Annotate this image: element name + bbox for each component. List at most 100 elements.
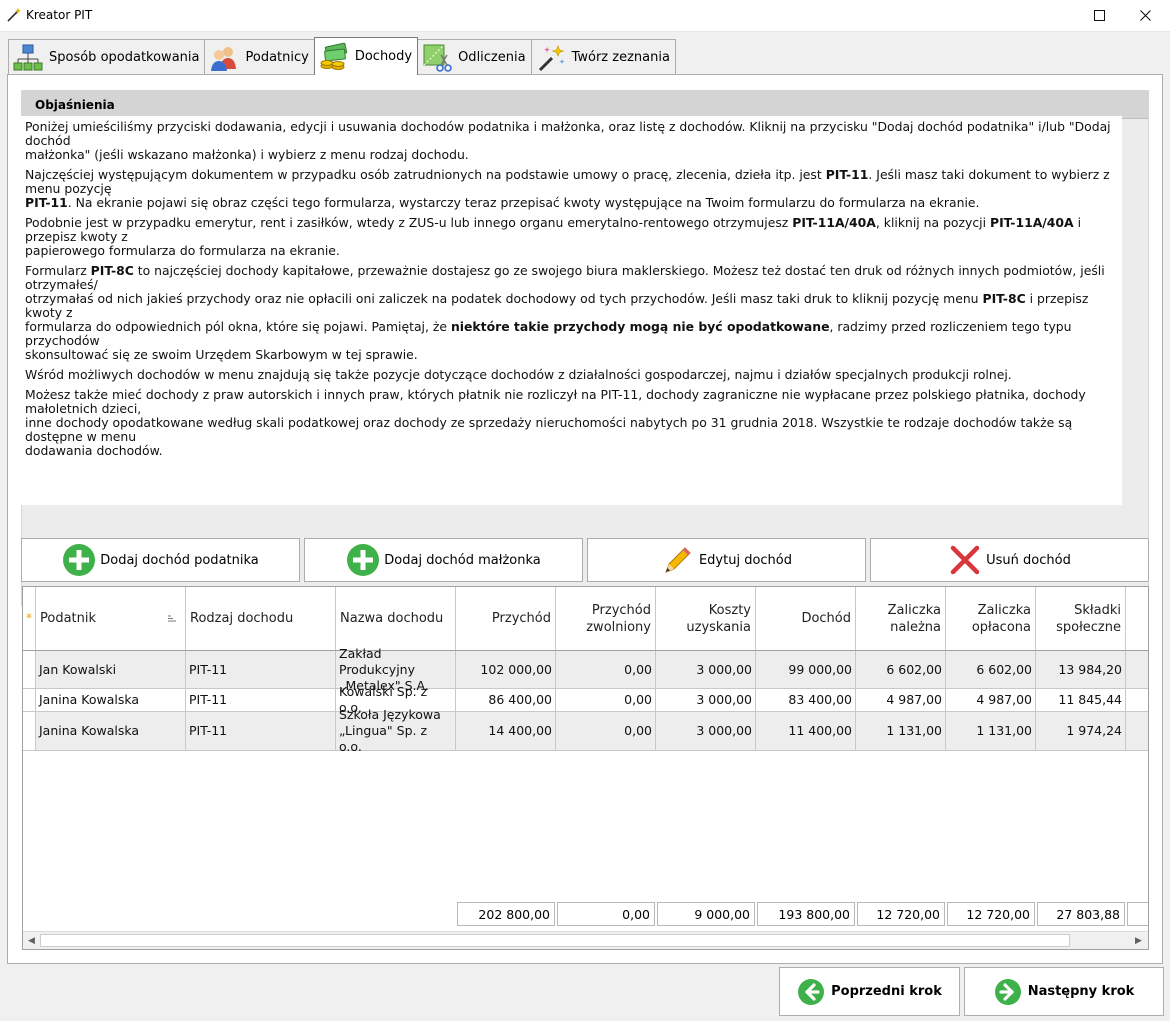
cell-przychod-zwolniony: 0,00 [556,689,656,711]
add-spouse-income-button[interactable]: Dodaj dochód małżonka [304,538,583,582]
cell-przychod-zwolniony: 0,00 [556,712,656,750]
column-header-nazwa[interactable]: Nazwa dochodu [336,587,456,650]
cell-skladki: 11 845,44 [1036,689,1126,711]
tab-label: Twórz zeznania [571,50,670,65]
cell-rodzaj: PIT-11 [186,712,336,750]
tab-tworz-zeznania[interactable]: Twórz zeznania [530,39,676,75]
tab-bar: Sposób opodatkowania Podatnicy Dochody O… [8,37,676,75]
button-label: Następny krok [1027,984,1135,999]
magic-wand-icon [538,44,565,71]
column-header-koszty[interactable]: Koszty uzyskania [656,587,756,650]
tab-sposob-opodatkowania[interactable]: Sposób opodatkowania [8,39,206,75]
explanation-paragraph: Najczęściej występującym dokumentem w pr… [25,167,1110,210]
arrow-right-icon [994,978,1021,1005]
cell-zaliczka-nalezna: 4 987,00 [856,689,946,711]
total-przychod: 202 800,00 [457,902,555,926]
table-row[interactable]: Janina Kowalska PIT-11 Szkoła Językowa „… [23,707,1148,754]
delete-icon [950,545,980,575]
cell-przychod: 86 400,00 [456,689,556,711]
previous-step-button[interactable]: Poprzedni krok [779,967,960,1016]
cell-koszty: 3 000,00 [656,712,756,750]
edit-income-button[interactable]: Edytuj dochód [587,538,866,582]
column-header-next[interactable]: z [1126,587,1148,650]
button-label: Dodaj dochód podatnika [100,552,259,568]
tab-dochody[interactable]: Dochody [313,37,419,75]
users-icon [211,46,237,71]
money-icon [320,42,347,70]
total-dochod: 193 800,00 [757,902,855,926]
total-przychod-zwolniony: 0,00 [557,902,655,926]
explanation-paragraph: Możesz także mieć dochody z praw autorsk… [25,387,1086,458]
column-header-dochod[interactable]: Dochód [756,587,856,650]
column-header-podatnik[interactable]: Podatnik [36,587,186,650]
cell-skladki: 1 974,24 [1036,712,1126,750]
tab-label: Podatnicy [245,50,309,65]
scroll-left-icon[interactable]: ◀ [23,933,40,949]
cell-rodzaj: PIT-11 [186,651,336,688]
cell-skladki: 13 984,20 [1036,651,1126,688]
explanation-paragraph: Poniżej umieściliśmy przyciski dodawania… [25,119,1111,162]
tab-content-panel: Objaśnienia Poniżej umieściliśmy przycis… [7,74,1163,964]
pencil-icon [665,547,691,573]
cell-podatnik: Jan Kowalski [36,651,186,688]
column-header-skladki[interactable]: Składki społeczne [1036,587,1126,650]
explanation-header: Objaśnienia [22,91,1148,119]
close-button[interactable] [1122,0,1168,31]
cell-koszty: 3 000,00 [656,651,756,688]
table-row[interactable]: Jan Kowalski PIT-11 Zakład Produkcyjny „… [23,646,1148,693]
scroll-right-icon[interactable]: ▶ [1130,933,1147,949]
maximize-icon [1093,10,1105,21]
maximize-button[interactable] [1076,0,1122,31]
explanation-paragraph: Formularz PIT-8C to najczęściej dochody … [25,263,1105,362]
total-zaliczka-oplacona: 12 720,00 [947,902,1035,926]
row-indicator[interactable] [23,712,36,750]
table-row[interactable]: Janina Kowalska PIT-11 Kowalski Sp. z o.… [23,684,1148,715]
explanation-paragraph: Wśród możliwych dochodów w menu znajdują… [25,367,1012,382]
next-step-button[interactable]: Następny krok [964,967,1164,1016]
column-header-przychod[interactable]: Przychód [456,587,556,650]
row-indicator[interactable] [23,689,36,711]
cell-zaliczka-nalezna: 6 602,00 [856,651,946,688]
table-header: * Podatnik Rodzaj dochodu Nazwa dochodu … [23,587,1148,651]
cell-zaliczka-oplacona: 1 131,00 [946,712,1036,750]
cell-zaliczka-nalezna: 1 131,00 [856,712,946,750]
cell-nazwa: Zakład Produkcyjny „Metalex" S.A. [336,646,456,693]
cell-podatnik: Janina Kowalska [36,712,186,750]
horizontal-scrollbar[interactable]: ◀ ▶ [23,931,1148,949]
cell-dochod: 11 400,00 [756,712,856,750]
new-row-marker: * [23,587,36,650]
arrow-left-icon [798,978,825,1005]
total-koszty: 9 000,00 [657,902,755,926]
tab-label: Dochody [354,49,413,64]
cell-nazwa: Szkoła Językowa „Lingua" Sp. z o.o. [336,707,456,754]
total-zaliczka-nalezna: 12 720,00 [857,902,945,926]
plus-icon [347,544,380,576]
scrollbar-thumb[interactable] [40,934,1070,947]
column-header-zaliczka-nalezna[interactable]: Zaliczka należna [856,587,946,650]
tab-odliczenia[interactable]: Odliczenia [417,39,532,75]
totals-row: 202 800,00 0,00 9 000,00 193 800,00 12 7… [23,899,1148,927]
column-header-zaliczka-oplacona[interactable]: Zaliczka opłacona [946,587,1036,650]
cell-podatnik: Janina Kowalska [36,689,186,711]
income-table: * Podatnik Rodzaj dochodu Nazwa dochodu … [22,586,1149,950]
cell-przychod: 102 000,00 [456,651,556,688]
sort-icon [168,615,176,622]
tab-label: Odliczenia [458,50,526,65]
delete-income-button[interactable]: Usuń dochód [870,538,1149,582]
cell-koszty: 3 000,00 [656,689,756,711]
add-taxpayer-income-button[interactable]: Dodaj dochód podatnika [21,538,300,582]
cell-dochod: 99 000,00 [756,651,856,688]
tab-podatnicy[interactable]: Podatnicy [204,39,315,75]
close-icon [1139,10,1151,21]
cell-przychod-zwolniony: 0,00 [556,651,656,688]
button-label: Dodaj dochód małżonka [384,552,541,568]
plus-icon [63,544,96,576]
row-indicator[interactable] [23,651,36,688]
column-header-przychod-zwolniony[interactable]: Przychód zwolniony [556,587,656,650]
column-header-rodzaj[interactable]: Rodzaj dochodu [186,587,336,650]
explanation-text: Poniżej umieściliśmy przyciski dodawania… [21,116,1122,505]
window-title: Kreator PIT [26,8,93,22]
cell-rodzaj: PIT-11 [186,689,336,711]
cell-zaliczka-oplacona: 4 987,00 [946,689,1036,711]
network-icon [13,44,43,70]
